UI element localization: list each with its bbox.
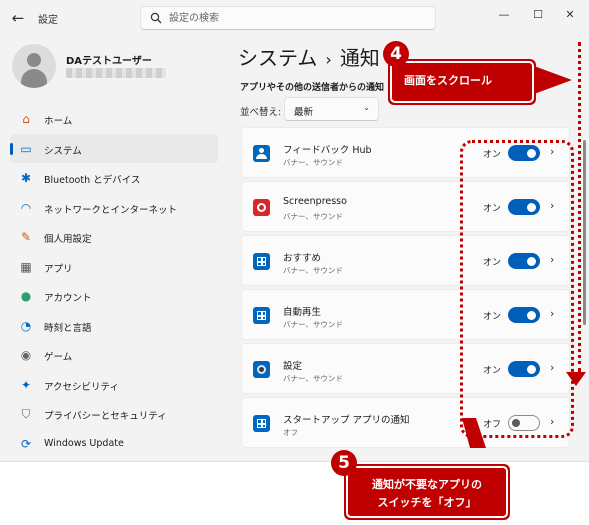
callout-scroll: 画面をスクロール xyxy=(388,59,536,105)
step-5-badge: 5 xyxy=(331,450,357,476)
callout-line-1: 通知が不要なアプリの xyxy=(372,478,482,491)
callout-line-2: スイッチを「オフ」 xyxy=(377,496,477,509)
callout-scroll-text: 画面をスクロール xyxy=(404,74,492,87)
step-4-badge: 4 xyxy=(383,41,409,67)
callout-switch-off: 通知が不要なアプリの スイッチを「オフ」 xyxy=(344,464,510,520)
